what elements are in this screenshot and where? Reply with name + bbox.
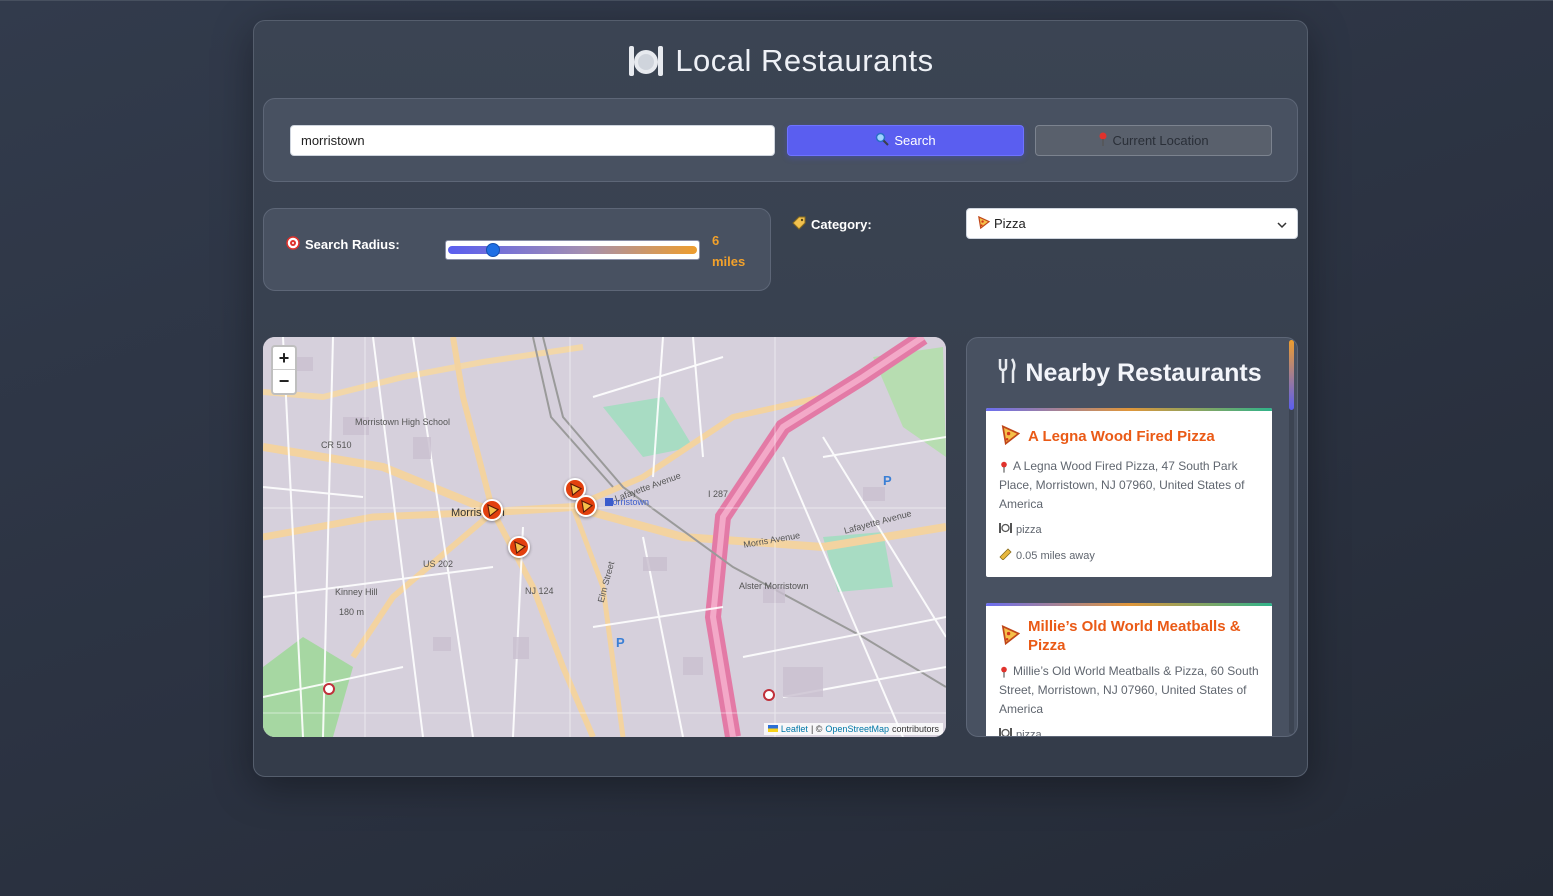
page-title: Local Restaurants xyxy=(675,43,934,78)
search-button[interactable]: Search xyxy=(787,125,1024,156)
map-attribution: Leaflet | © OpenStreetMap contributors xyxy=(763,723,943,735)
attribution-suffix: contributors xyxy=(891,724,939,734)
radius-value: 6 miles xyxy=(712,230,762,272)
fork-knife-icon xyxy=(997,357,1017,390)
page-header: Local Restaurants xyxy=(254,39,1307,83)
leaflet-link[interactable]: Leaflet xyxy=(781,724,808,734)
pizza-icon xyxy=(1000,424,1021,450)
radius-slider-thumb[interactable] xyxy=(485,243,500,257)
restaurant-distance: 0.05 miles away xyxy=(999,548,1095,563)
plate-icon xyxy=(999,522,1012,537)
radius-number: 6 xyxy=(712,233,720,248)
restaurant-marker[interactable] xyxy=(575,495,597,517)
target-icon xyxy=(286,236,300,253)
chevron-down-icon xyxy=(1277,218,1287,233)
zoom-in-button[interactable]: + xyxy=(273,347,295,370)
restaurant-name[interactable]: Millie’s Old World Meatballs & Pizza xyxy=(1028,617,1256,655)
pizza-icon xyxy=(1000,624,1021,650)
distance-text: 0.05 miles away xyxy=(1016,549,1095,562)
tag-icon xyxy=(792,216,806,233)
current-location-label: Current Location xyxy=(1112,133,1209,148)
ukraine-flag-icon xyxy=(767,724,778,734)
pushpin-icon xyxy=(1098,132,1108,149)
card-accent-bar xyxy=(986,603,1272,606)
category-select[interactable]: Pizza xyxy=(966,208,1298,239)
restaurant-marker[interactable] xyxy=(508,536,530,558)
nearby-title: Nearby Restaurants xyxy=(1025,358,1262,387)
card-accent-bar xyxy=(986,408,1272,411)
parking-icon: P xyxy=(883,473,892,488)
radius-slider[interactable] xyxy=(445,240,700,260)
map-label-nj124: NJ 124 xyxy=(525,586,554,596)
attribution-separator: | © xyxy=(810,724,823,734)
restaurant-card[interactable]: Millie’s Old World Meatballs & Pizza Mil… xyxy=(986,603,1272,737)
plate-icon xyxy=(999,727,1012,736)
nearby-restaurants-panel[interactable]: Nearby Restaurants A Legna Wood Fired Pi… xyxy=(966,337,1298,737)
restaurant-map[interactable]: CR 510 US 202 NJ 124 I 287 Morristown Mo… xyxy=(263,337,946,737)
current-location-button[interactable]: Current Location xyxy=(1035,125,1272,156)
pushpin-icon xyxy=(1000,460,1008,479)
restaurant-card[interactable]: A Legna Wood Fired Pizza A Legna Wood Fi… xyxy=(986,408,1272,577)
radius-label: Search Radius: xyxy=(286,236,400,253)
category-label-text: Category: xyxy=(811,217,872,232)
app-card: Local Restaurants Search Current Locatio… xyxy=(253,20,1308,777)
category-label: Category: xyxy=(792,216,872,233)
pushpin-icon xyxy=(1000,665,1008,684)
parking-icon: P xyxy=(616,635,625,650)
map-label-i287: I 287 xyxy=(708,489,729,499)
ruler-icon xyxy=(999,548,1012,563)
restaurant-address: A Legna Wood Fired Pizza, 47 South Park … xyxy=(999,459,1245,511)
cuisine-text: pizza xyxy=(1016,728,1042,737)
list-scrollbar[interactable] xyxy=(1289,340,1294,734)
restaurant-name[interactable]: A Legna Wood Fired Pizza xyxy=(1028,427,1215,446)
map-label-us202: US 202 xyxy=(423,559,454,569)
osm-link[interactable]: OpenStreetMap xyxy=(825,724,889,734)
restaurant-cuisine: pizza xyxy=(999,522,1042,537)
map-label-kinney: Kinney Hill xyxy=(335,587,378,597)
top-border xyxy=(0,0,1553,1)
map-label-cr510: CR 510 xyxy=(321,440,352,450)
map-tiles xyxy=(263,337,946,737)
restaurant-marker[interactable] xyxy=(481,499,503,521)
zoom-out-button[interactable]: − xyxy=(273,370,295,393)
pizza-icon xyxy=(977,215,991,232)
magnifier-icon xyxy=(875,132,890,149)
category-selected: Pizza xyxy=(994,216,1026,231)
map-label-high-school: Morristown High School xyxy=(355,417,451,427)
restaurant-address: Millie’s Old World Meatballs & Pizza, 60… xyxy=(999,664,1259,716)
location-search-input[interactable] xyxy=(290,125,775,156)
radius-panel: Search Radius: 6 miles xyxy=(263,208,771,291)
radius-label-text: Search Radius: xyxy=(305,237,400,252)
map-label-alster: Alster Morristown xyxy=(739,581,809,591)
plate-cutlery-icon xyxy=(627,42,665,80)
radius-unit: miles xyxy=(712,254,746,269)
search-panel: Search Current Location xyxy=(263,98,1298,182)
search-button-label: Search xyxy=(894,133,936,148)
map-label-kinney-elevation: 180 m xyxy=(339,607,365,617)
cuisine-text: pizza xyxy=(1016,523,1042,536)
nearby-header: Nearby Restaurants xyxy=(967,356,1292,390)
restaurant-cuisine: pizza xyxy=(999,727,1042,737)
zoom-control: + − xyxy=(271,345,297,395)
